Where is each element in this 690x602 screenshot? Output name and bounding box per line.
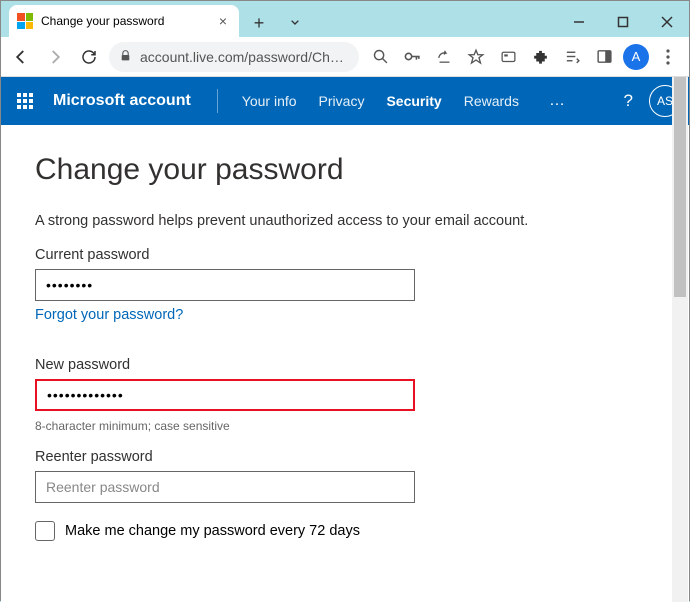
password-hint: 8-character minimum; case sensitive: [35, 419, 655, 433]
password-key-icon[interactable]: [397, 42, 427, 72]
new-password-label: New password: [35, 357, 655, 373]
reenter-password-input[interactable]: [35, 471, 415, 503]
current-password-input[interactable]: [35, 269, 415, 301]
ms-brand[interactable]: Microsoft account: [53, 92, 205, 110]
nav-your-info[interactable]: Your info: [242, 93, 297, 109]
search-icon[interactable]: [365, 42, 395, 72]
rotate-password-label: Make me change my password every 72 days: [65, 523, 360, 539]
nav-rewards[interactable]: Rewards: [464, 93, 519, 109]
rotate-password-checkbox[interactable]: [35, 521, 55, 541]
window-close-button[interactable]: [645, 7, 689, 37]
nav-divider: [217, 89, 218, 113]
menu-dots-icon[interactable]: [653, 42, 683, 72]
browser-toolbar: account.live.com/password/Chang… A: [1, 37, 689, 77]
current-password-label: Current password: [35, 247, 655, 263]
profile-avatar[interactable]: A: [621, 42, 651, 72]
extensions-icon[interactable]: [525, 42, 555, 72]
browser-tab[interactable]: Change your password ×: [9, 5, 239, 37]
tab-title: Change your password: [41, 14, 207, 28]
page-scrollbar[interactable]: [672, 77, 688, 602]
help-icon[interactable]: ?: [624, 91, 633, 111]
page-content: Microsoft account Your info Privacy Secu…: [1, 77, 689, 602]
reload-button[interactable]: [75, 43, 103, 71]
close-tab-icon[interactable]: ×: [215, 13, 231, 29]
lock-icon: [119, 49, 132, 65]
bookmark-star-icon[interactable]: [461, 42, 491, 72]
browser-titlebar: Change your password × +: [1, 1, 689, 37]
window-maximize-button[interactable]: [601, 7, 645, 37]
nav-privacy[interactable]: Privacy: [319, 93, 365, 109]
window-minimize-button[interactable]: [557, 7, 601, 37]
reenter-password-label: Reenter password: [35, 449, 655, 465]
sidepanel-icon[interactable]: [589, 42, 619, 72]
forward-button[interactable]: [41, 43, 69, 71]
nav-security[interactable]: Security: [386, 93, 441, 109]
forgot-password-link[interactable]: Forgot your password?: [35, 307, 183, 323]
microsoft-favicon: [17, 13, 33, 29]
page-title: Change your password: [35, 153, 655, 187]
tab-overflow-icon[interactable]: [273, 7, 317, 37]
back-button[interactable]: [7, 43, 35, 71]
app-launcher-icon[interactable]: [9, 85, 41, 117]
ms-header: Microsoft account Your info Privacy Secu…: [1, 77, 689, 125]
share-icon[interactable]: [429, 42, 459, 72]
nav-more-icon[interactable]: …: [549, 92, 567, 110]
page-subtitle: A strong password helps prevent unauthor…: [35, 213, 655, 229]
new-tab-button[interactable]: +: [245, 9, 273, 37]
url-text: account.live.com/password/Chang…: [140, 49, 349, 65]
scrollbar-thumb[interactable]: [674, 77, 686, 297]
reading-list-icon[interactable]: [557, 42, 587, 72]
address-bar[interactable]: account.live.com/password/Chang…: [109, 42, 359, 72]
new-password-input[interactable]: [35, 379, 415, 411]
payment-icon[interactable]: [493, 42, 523, 72]
